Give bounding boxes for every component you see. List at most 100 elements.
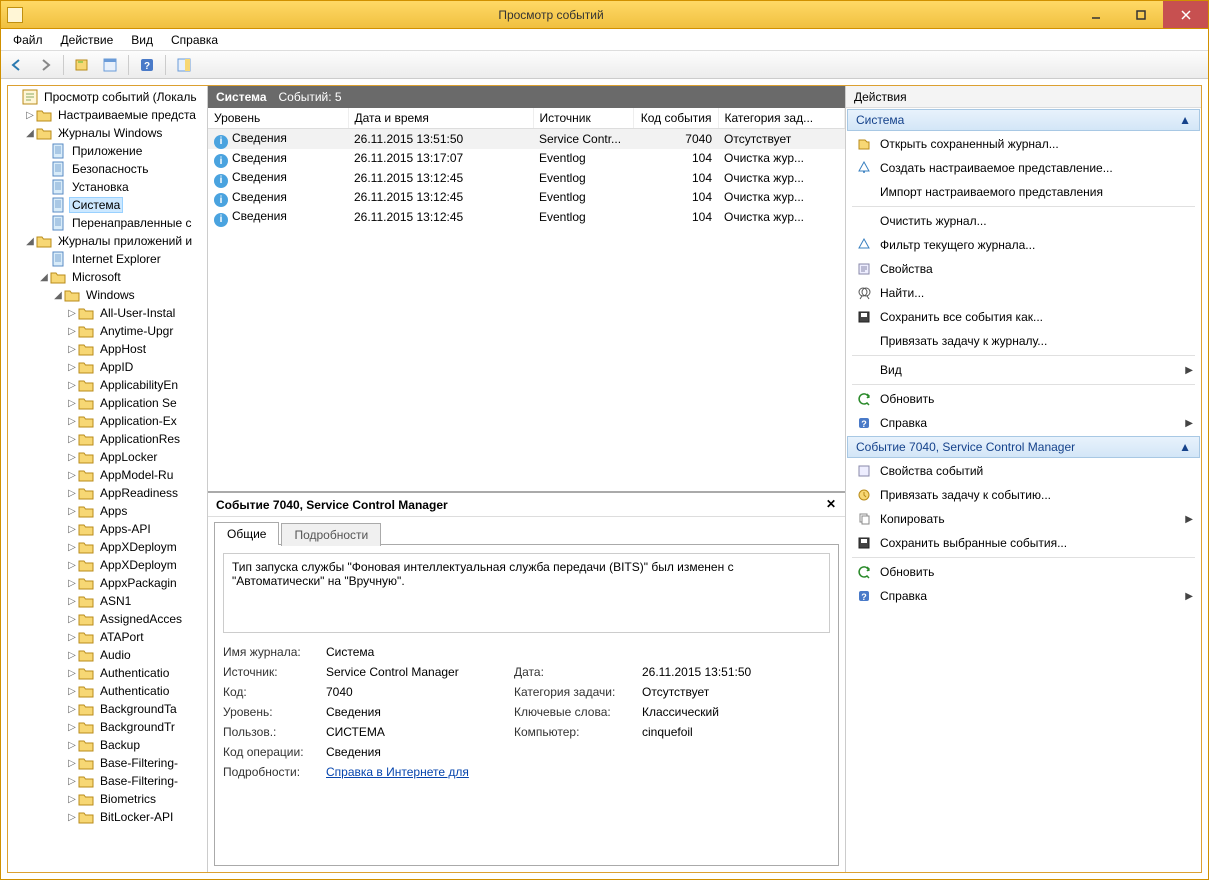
tree-toggle[interactable]: ▷ <box>66 650 78 661</box>
tab-general[interactable]: Общие <box>214 522 279 545</box>
tree-sub-2[interactable]: ▷ AppHost <box>8 340 207 358</box>
col-source[interactable]: Источник <box>533 108 633 129</box>
minimize-button[interactable] <box>1073 1 1118 28</box>
tree-toggle[interactable]: ◢ <box>24 128 36 139</box>
tree-log-forwarded[interactable]: Перенаправленные с <box>8 214 207 232</box>
action-item[interactable]: Найти... <box>846 281 1201 305</box>
help-button[interactable]: ? <box>135 53 159 77</box>
event-list[interactable]: Уровень Дата и время Источник Код событи… <box>208 108 845 492</box>
maximize-button[interactable] <box>1118 1 1163 28</box>
tree-windows-logs[interactable]: ◢ Журналы Windows <box>8 124 207 142</box>
event-row[interactable]: iСведения 26.11.2015 13:12:45 Eventlog 1… <box>208 188 845 208</box>
tree-ie[interactable]: Internet Explorer <box>8 250 207 268</box>
tree-sub-23[interactable]: ▷ BackgroundTr <box>8 718 207 736</box>
tree-toggle[interactable]: ▷ <box>66 416 78 427</box>
col-level[interactable]: Уровень <box>208 108 348 129</box>
tree-toggle[interactable]: ▷ <box>66 560 78 571</box>
tree-log-system[interactable]: Система <box>8 196 207 214</box>
actions-section-system[interactable]: Система ▲ <box>847 109 1200 131</box>
tree-toggle[interactable]: ▷ <box>66 686 78 697</box>
actions-section-event[interactable]: Событие 7040, Service Control Manager ▲ <box>847 436 1200 458</box>
action-pane-button[interactable] <box>172 53 196 77</box>
tree-app-logs[interactable]: ◢ Журналы приложений и <box>8 232 207 250</box>
action-item[interactable]: Копировать ▶ <box>846 507 1201 531</box>
tree-toggle[interactable]: ▷ <box>66 614 78 625</box>
tree-toggle[interactable]: ▷ <box>66 434 78 445</box>
tree-sub-17[interactable]: ▷ AssignedAcces <box>8 610 207 628</box>
tree-toggle[interactable]: ▷ <box>66 344 78 355</box>
tree-sub-1[interactable]: ▷ Anytime-Upgr <box>8 322 207 340</box>
event-row[interactable]: iСведения 26.11.2015 13:51:50 Service Co… <box>208 129 845 149</box>
tree-sub-0[interactable]: ▷ All-User-Instal <box>8 304 207 322</box>
event-row[interactable]: iСведения 26.11.2015 13:12:45 Eventlog 1… <box>208 168 845 188</box>
tree-log-setup[interactable]: Установка <box>8 178 207 196</box>
event-row[interactable]: iСведения 26.11.2015 13:12:45 Eventlog 1… <box>208 207 845 227</box>
action-item[interactable]: Привязать задачу к событию... <box>846 483 1201 507</box>
tree-windows[interactable]: ◢ Windows <box>8 286 207 304</box>
back-button[interactable] <box>5 53 29 77</box>
tree-sub-9[interactable]: ▷ AppModel-Ru <box>8 466 207 484</box>
tree-sub-6[interactable]: ▷ Application-Ex <box>8 412 207 430</box>
tree-sub-21[interactable]: ▷ Authenticatio <box>8 682 207 700</box>
tree-toggle[interactable]: ▷ <box>66 740 78 751</box>
tree-sub-13[interactable]: ▷ AppXDeploym <box>8 538 207 556</box>
menu-help[interactable]: Справка <box>163 31 226 49</box>
col-eventid[interactable]: Код события <box>633 108 718 129</box>
tree-toggle[interactable]: ◢ <box>24 236 36 247</box>
action-item[interactable]: Сохранить все события как... <box>846 305 1201 329</box>
tree-toggle[interactable]: ◢ <box>38 272 50 283</box>
tab-details[interactable]: Подробности <box>281 523 381 546</box>
menu-action[interactable]: Действие <box>53 31 122 49</box>
action-item[interactable]: Создать настраиваемое представление... <box>846 156 1201 180</box>
properties-button[interactable] <box>98 53 122 77</box>
action-item[interactable]: Сохранить выбранные события... <box>846 531 1201 555</box>
tree-sub-3[interactable]: ▷ AppID <box>8 358 207 376</box>
tree-sub-5[interactable]: ▷ Application Se <box>8 394 207 412</box>
menu-view[interactable]: Вид <box>123 31 161 49</box>
action-item[interactable]: ? Справка ▶ <box>846 584 1201 608</box>
tree-sub-25[interactable]: ▷ Base-Filtering- <box>8 754 207 772</box>
tree-toggle[interactable]: ▷ <box>66 398 78 409</box>
col-datetime[interactable]: Дата и время <box>348 108 533 129</box>
action-item[interactable]: Открыть сохраненный журнал... <box>846 132 1201 156</box>
action-item[interactable]: Вид ▶ <box>846 358 1201 382</box>
tree-toggle[interactable]: ▷ <box>24 110 36 121</box>
tree-sub-14[interactable]: ▷ AppXDeploym <box>8 556 207 574</box>
action-item[interactable]: Импорт настраиваемого представления <box>846 180 1201 204</box>
tree-toggle[interactable]: ▷ <box>66 632 78 643</box>
action-item[interactable]: Привязать задачу к журналу... <box>846 329 1201 353</box>
tree-toggle[interactable]: ▷ <box>66 668 78 679</box>
tree-toggle[interactable]: ▷ <box>66 794 78 805</box>
tree-toggle[interactable]: ▷ <box>66 578 78 589</box>
tree-sub-16[interactable]: ▷ ASN1 <box>8 592 207 610</box>
tree-microsoft[interactable]: ◢ Microsoft <box>8 268 207 286</box>
tree-sub-4[interactable]: ▷ ApplicabilityEn <box>8 376 207 394</box>
tree-sub-19[interactable]: ▷ Audio <box>8 646 207 664</box>
tree-toggle[interactable]: ▷ <box>66 470 78 481</box>
tree-sub-18[interactable]: ▷ ATAPort <box>8 628 207 646</box>
tree-toggle[interactable]: ▷ <box>66 380 78 391</box>
tree-root[interactable]: Просмотр событий (Локаль <box>8 88 207 106</box>
tree-sub-20[interactable]: ▷ Authenticatio <box>8 664 207 682</box>
tree-toggle[interactable]: ▷ <box>66 812 78 823</box>
tree-toggle[interactable]: ▷ <box>66 506 78 517</box>
tree-toggle[interactable]: ▷ <box>66 776 78 787</box>
close-detail-button[interactable]: ✕ <box>823 496 839 512</box>
action-item[interactable]: Обновить <box>846 560 1201 584</box>
tree-sub-8[interactable]: ▷ AppLocker <box>8 448 207 466</box>
action-item[interactable]: Свойства <box>846 257 1201 281</box>
tree-toggle[interactable]: ▷ <box>66 452 78 463</box>
tree-toggle[interactable]: ▷ <box>66 326 78 337</box>
action-item[interactable]: Фильтр текущего журнала... <box>846 233 1201 257</box>
close-button[interactable] <box>1163 1 1208 28</box>
action-item[interactable]: ? Справка ▶ <box>846 411 1201 435</box>
tree-toggle[interactable]: ▷ <box>66 542 78 553</box>
tree-custom-views[interactable]: ▷ Настраиваемые предста <box>8 106 207 124</box>
tree-sub-28[interactable]: ▷ BitLocker-API <box>8 808 207 826</box>
forward-button[interactable] <box>33 53 57 77</box>
tree-toggle[interactable]: ▷ <box>66 758 78 769</box>
tree-toggle[interactable]: ▷ <box>66 596 78 607</box>
tree-sub-15[interactable]: ▷ AppxPackagin <box>8 574 207 592</box>
tree-toggle[interactable]: ▷ <box>66 722 78 733</box>
tree-toggle[interactable]: ▷ <box>66 308 78 319</box>
